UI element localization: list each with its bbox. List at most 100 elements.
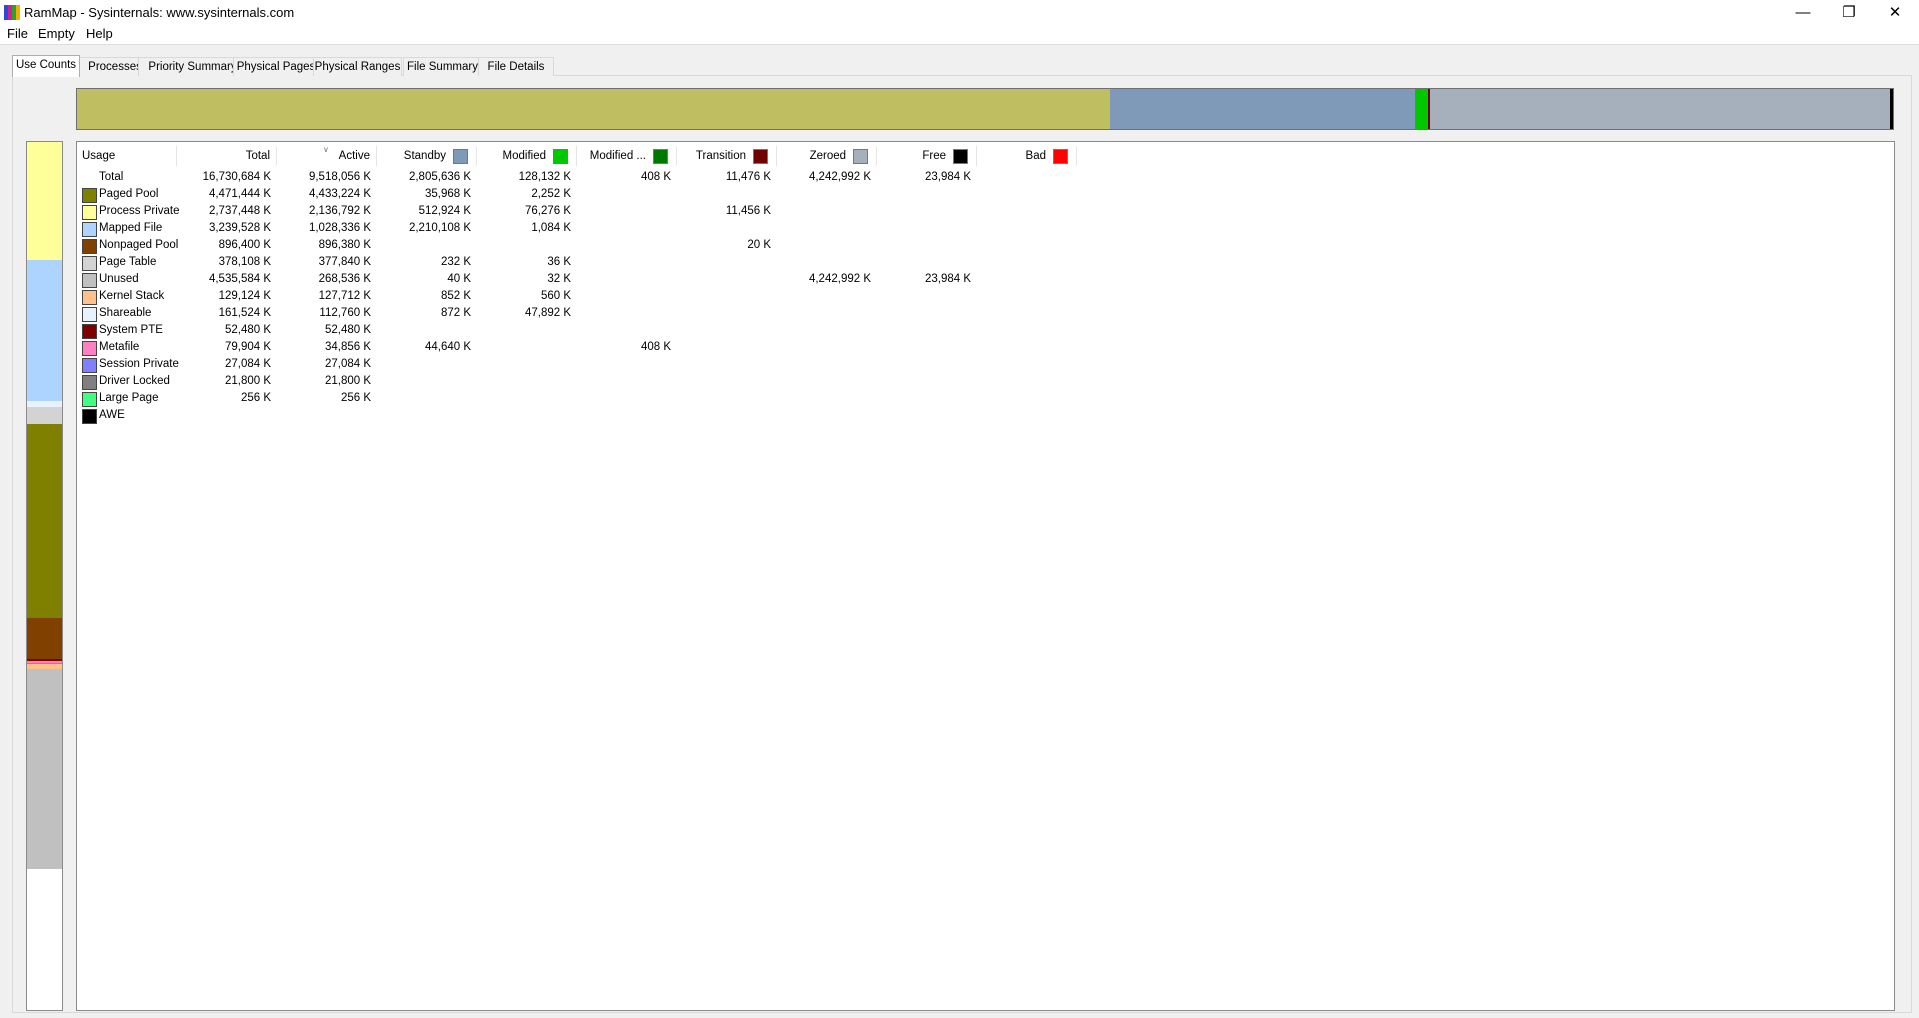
cell-standby: 852 K [440, 290, 471, 302]
column-header-transition[interactable]: Transition [677, 146, 777, 166]
column-header-label: Usage [82, 150, 116, 162]
table-row[interactable]: Metafile 79,904 K 34,856 K 44,640 K 408 K [77, 340, 1077, 357]
cell-active: 1,028,336 K [308, 222, 371, 234]
cell-total: 896,400 K [218, 239, 271, 251]
table-row[interactable]: Total 16,730,684 K 9,518,056 K 2,805,636 K 1… [77, 170, 1077, 187]
table-row[interactable]: Kernel Stack 129,124 K 127,712 K 852 K 560 K [77, 289, 1077, 306]
cell-active: 127,712 K [318, 290, 371, 302]
cell-modified: 76,276 K [524, 205, 571, 217]
cell-transition: 11,476 K [725, 171, 771, 183]
usage-color-swatch [82, 392, 97, 407]
table-row[interactable]: Large Page 256 K 256 K [77, 391, 1077, 408]
table-row[interactable]: Process Private 2,737,448 K 2,136,792 K 512… [77, 204, 1077, 221]
usage-name: System PTE [99, 324, 163, 336]
column-header-bad[interactable]: Bad [977, 146, 1077, 166]
column-header-label: Total [245, 150, 270, 162]
usage-color-swatch [82, 205, 97, 220]
table-row[interactable]: Driver Locked 21,800 K 21,800 K [77, 374, 1077, 391]
memory-state-bar [76, 88, 1894, 130]
usage-name: Total [99, 171, 124, 183]
menu-file[interactable]: File [7, 26, 28, 41]
cell-standby: 40 K [447, 273, 471, 285]
cell-standby: 2,210,108 K [408, 222, 471, 234]
table-row[interactable]: Session Private 27,084 K 27,084 K [77, 357, 1077, 374]
cell-total: 4,535,584 K [208, 273, 271, 285]
tab-physical-ranges[interactable]: Physical Ranges [313, 57, 402, 76]
column-header-label: Zeroed [809, 150, 846, 162]
table-row[interactable]: System PTE 52,480 K 52,480 K [77, 323, 1077, 340]
usage-color-swatch [82, 341, 97, 356]
column-header-label: Modified [502, 150, 546, 162]
column-color-swatch [653, 149, 668, 164]
usage-name: Process Private [99, 205, 180, 217]
cell-standby: 44,640 K [424, 341, 471, 353]
usage-name: Kernel Stack [99, 290, 165, 302]
restore-icon[interactable]: ❐ [1826, 0, 1872, 24]
cell-active: 34,856 K [324, 341, 371, 353]
usage-name: Page Table [99, 256, 157, 268]
rammap-app-icon [4, 5, 20, 20]
tab-file-summary[interactable]: File Summary [403, 57, 482, 76]
usage-color-swatch [82, 239, 97, 254]
table-row[interactable]: Mapped File 3,239,528 K 1,028,336 K 2,210,1… [77, 221, 1077, 238]
cell-standby: 2,805,636 K [408, 171, 471, 183]
cell-modified: 47,892 K [524, 307, 571, 319]
memory-bar-segment [1890, 89, 1893, 129]
menu-empty[interactable]: Empty [38, 26, 75, 41]
usage-name: Shareable [99, 307, 152, 319]
column-header-active[interactable]: Active ∨ [277, 145, 377, 166]
usage-color-swatch [82, 307, 97, 322]
close-icon[interactable]: ✕ [1872, 0, 1918, 24]
table-row[interactable]: Nonpaged Pool 896,400 K 896,380 K 20 K [77, 238, 1077, 255]
column-header-usage[interactable]: Usage [77, 146, 177, 166]
usage-bar-segment [27, 142, 62, 261]
tab-file-details[interactable]: File Details [478, 57, 554, 76]
cell-modified: 408 K [640, 341, 671, 353]
usage-color-swatch [82, 290, 97, 305]
column-header-label: Standby [403, 150, 446, 162]
tab-priority-summary[interactable]: Priority Summary [138, 57, 247, 76]
table-row[interactable]: AWE [77, 408, 1077, 425]
column-header-free[interactable]: Free [877, 146, 977, 166]
cell-free: 23,984 K [924, 171, 971, 183]
menu-bar: File Empty Help [0, 24, 1919, 45]
usage-bar-segment [27, 668, 62, 870]
cell-total: 27,084 K [224, 358, 271, 370]
column-color-swatch [953, 149, 968, 164]
table-row[interactable]: Unused 4,535,584 K 268,536 K 40 K 32 K 4,242,… [77, 272, 1077, 289]
cell-standby: 872 K [440, 307, 471, 319]
usage-bar-segment [27, 260, 62, 402]
column-header-standby[interactable]: Standby [377, 146, 477, 166]
usage-name: Nonpaged Pool [99, 239, 179, 251]
cell-active: 21,800 K [324, 375, 371, 387]
table-row[interactable]: Page Table 378,108 K 377,840 K 232 K 36 K [77, 255, 1077, 272]
cell-standby: 35,968 K [424, 188, 471, 200]
usage-color-swatch [82, 273, 97, 288]
column-color-swatch [853, 149, 868, 164]
table-row[interactable]: Shareable 161,524 K 112,760 K 872 K 47,892 K [77, 306, 1077, 323]
usage-color-swatch [82, 324, 97, 339]
cell-active: 377,840 K [318, 256, 371, 268]
usage-bar-segment [27, 617, 62, 659]
usage-name: Paged Pool [99, 188, 159, 200]
cell-modified: 560 K [540, 290, 571, 302]
usage-bar-segment [27, 423, 62, 618]
cell-transition: 11,456 K [725, 205, 771, 217]
cell-total: 21,800 K [224, 375, 271, 387]
menu-help[interactable]: Help [86, 26, 113, 41]
table-row[interactable]: Paged Pool 4,471,444 K 4,433,224 K 35,968 K… [77, 187, 1077, 204]
cell-active: 2,136,792 K [308, 205, 371, 217]
cell-total: 161,524 K [218, 307, 271, 319]
column-header-modified[interactable]: Modified [477, 146, 577, 166]
tab-use-counts[interactable]: Use Counts [12, 55, 80, 77]
column-header-total[interactable]: Total [177, 146, 277, 166]
usage-bar-segment [27, 407, 62, 424]
column-header-modified[interactable]: Modified ... [577, 146, 677, 166]
usage-color-swatch [82, 188, 97, 203]
column-header-zeroed[interactable]: Zeroed [777, 146, 877, 166]
title-bar: RamMap - Sysinternals: www.sysinternals.… [0, 0, 1919, 24]
minimize-icon[interactable]: — [1780, 0, 1826, 24]
cell-zeroed: 4,242,992 K [808, 273, 871, 285]
tab-physical-pages[interactable]: Physical Pages [233, 57, 319, 76]
cell-transition: 20 K [747, 239, 771, 251]
